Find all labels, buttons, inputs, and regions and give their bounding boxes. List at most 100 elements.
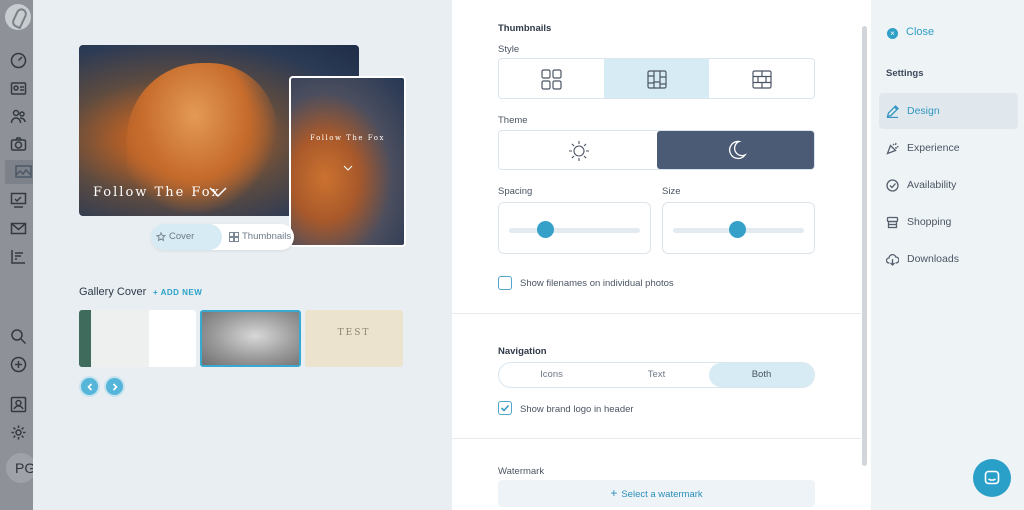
show-logo-label: Show brand logo in header xyxy=(520,404,634,415)
cover-option-3[interactable]: TEST xyxy=(305,310,403,367)
camera-icon[interactable] xyxy=(10,136,27,153)
navigation-title: Navigation xyxy=(498,346,547,357)
cover-option-test-label: TEST xyxy=(337,328,371,338)
select-watermark-button[interactable]: + Select a watermark xyxy=(498,480,815,507)
add-icon[interactable] xyxy=(10,356,27,373)
style-masonry-option[interactable] xyxy=(709,59,814,98)
party-icon xyxy=(886,142,899,155)
cover-toggle-label: Cover xyxy=(169,231,195,242)
add-new-cover-link[interactable]: + ADD NEW xyxy=(153,288,202,297)
mail-icon[interactable] xyxy=(10,220,27,237)
people-icon[interactable] xyxy=(10,108,27,125)
contacts-icon[interactable] xyxy=(10,80,27,97)
cover-prev-button[interactable] xyxy=(79,376,100,397)
preview-mode-toggle: Cover Thumbnails xyxy=(151,224,294,250)
gallery-icon[interactable] xyxy=(5,160,33,184)
theme-selector xyxy=(498,130,815,170)
app-logo[interactable] xyxy=(5,4,31,30)
nav-item-shopping[interactable]: Shopping xyxy=(879,204,1018,240)
cover-option-1[interactable] xyxy=(79,310,196,367)
settings-nav: × Close Settings Design Experience Availa… xyxy=(871,0,1024,510)
settings-scrollbar[interactable] xyxy=(862,26,867,466)
nav-icons-option[interactable]: Icons xyxy=(499,363,604,387)
chevron-right-icon xyxy=(112,383,118,391)
dashboard-icon[interactable] xyxy=(10,52,27,69)
pen-icon xyxy=(886,105,899,118)
tasks-icon[interactable] xyxy=(10,192,27,209)
show-filenames-label: Show filenames on individual photos xyxy=(520,278,674,289)
nav-item-label: Design xyxy=(907,105,940,117)
style-label: Style xyxy=(498,44,520,55)
store-icon xyxy=(886,216,899,229)
grid-small-icon xyxy=(229,232,239,242)
section-divider xyxy=(452,313,861,314)
theme-dark-option[interactable] xyxy=(657,131,814,169)
size-label: Size xyxy=(662,186,681,197)
chat-support-button[interactable] xyxy=(973,459,1011,497)
show-logo-checkbox[interactable] xyxy=(498,401,512,415)
moon-icon xyxy=(729,140,747,160)
spacing-slider-box xyxy=(498,202,651,254)
close-button[interactable]: × Close xyxy=(887,26,934,39)
cover-option-2[interactable] xyxy=(200,310,301,367)
masonry-icon xyxy=(752,70,772,89)
cover-next-button[interactable] xyxy=(104,376,125,397)
style-columns-option[interactable] xyxy=(604,59,709,98)
navigation-selector: Icons Text Both xyxy=(498,362,815,388)
settings-icon[interactable] xyxy=(10,424,27,441)
cover-title: Follow The Fox xyxy=(93,185,221,200)
check-icon xyxy=(500,404,510,412)
nav-both-option[interactable]: Both xyxy=(709,363,814,387)
chat-icon xyxy=(984,470,1000,485)
thumbnails-toggle-option[interactable]: Thumbnails xyxy=(224,224,294,250)
nav-item-design[interactable]: Design xyxy=(879,93,1018,129)
spacing-slider-track[interactable] xyxy=(509,228,640,233)
settings-heading: Settings xyxy=(886,68,924,79)
spacing-slider-handle[interactable] xyxy=(537,221,554,238)
cover-toggle-option[interactable]: Cover xyxy=(151,224,222,250)
chevron-down-icon xyxy=(209,187,227,198)
thumbnail-preview: Follow The Fox xyxy=(289,76,406,247)
nav-item-label: Availability xyxy=(907,179,957,191)
nav-item-label: Experience xyxy=(907,142,960,154)
grid-icon xyxy=(541,69,562,90)
gallery-cover-heading: Gallery Cover xyxy=(79,286,147,298)
nav-text-option[interactable]: Text xyxy=(604,363,709,387)
nav-item-label: Shopping xyxy=(907,216,952,228)
nav-item-availability[interactable]: Availability xyxy=(879,167,1018,203)
sun-icon xyxy=(569,141,589,161)
portfolio-icon[interactable] xyxy=(10,396,27,413)
avatar[interactable]: PG xyxy=(6,453,36,483)
nav-item-downloads[interactable]: Downloads xyxy=(879,241,1018,277)
theme-label: Theme xyxy=(498,115,528,126)
gallery-preview-panel: Follow The Fox Follow The Fox Cover Thum… xyxy=(33,0,452,510)
check-circle-icon xyxy=(886,179,899,192)
size-slider-handle[interactable] xyxy=(729,221,746,238)
thumbnails-title: Thumbnails xyxy=(498,23,552,34)
select-watermark-label: Select a watermark xyxy=(621,489,703,500)
style-grid-option[interactable] xyxy=(499,59,604,98)
nav-item-label: Downloads xyxy=(907,253,959,265)
section-divider xyxy=(452,438,861,439)
reports-icon[interactable] xyxy=(10,248,27,265)
chevron-down-icon xyxy=(343,165,353,171)
theme-light-option[interactable] xyxy=(499,131,657,169)
cloud-download-icon xyxy=(886,254,899,266)
thumbnails-toggle-label: Thumbnails xyxy=(242,231,292,242)
thumb-title: Follow The Fox xyxy=(310,134,385,142)
show-filenames-checkbox[interactable] xyxy=(498,276,512,290)
close-icon: × xyxy=(887,28,898,39)
columns-icon xyxy=(647,70,667,89)
app-sidebar: PG xyxy=(0,0,36,510)
spacing-label: Spacing xyxy=(498,186,533,197)
search-icon[interactable] xyxy=(10,328,27,345)
size-slider-box xyxy=(662,202,815,254)
plus-icon: + xyxy=(610,486,618,500)
star-icon xyxy=(156,232,166,242)
style-selector xyxy=(498,58,815,99)
nav-item-experience[interactable]: Experience xyxy=(879,130,1018,166)
close-label: Close xyxy=(906,26,935,38)
gallery-cover-strip: TEST xyxy=(79,310,403,368)
chevron-left-icon xyxy=(87,383,93,391)
watermark-label: Watermark xyxy=(498,466,545,477)
